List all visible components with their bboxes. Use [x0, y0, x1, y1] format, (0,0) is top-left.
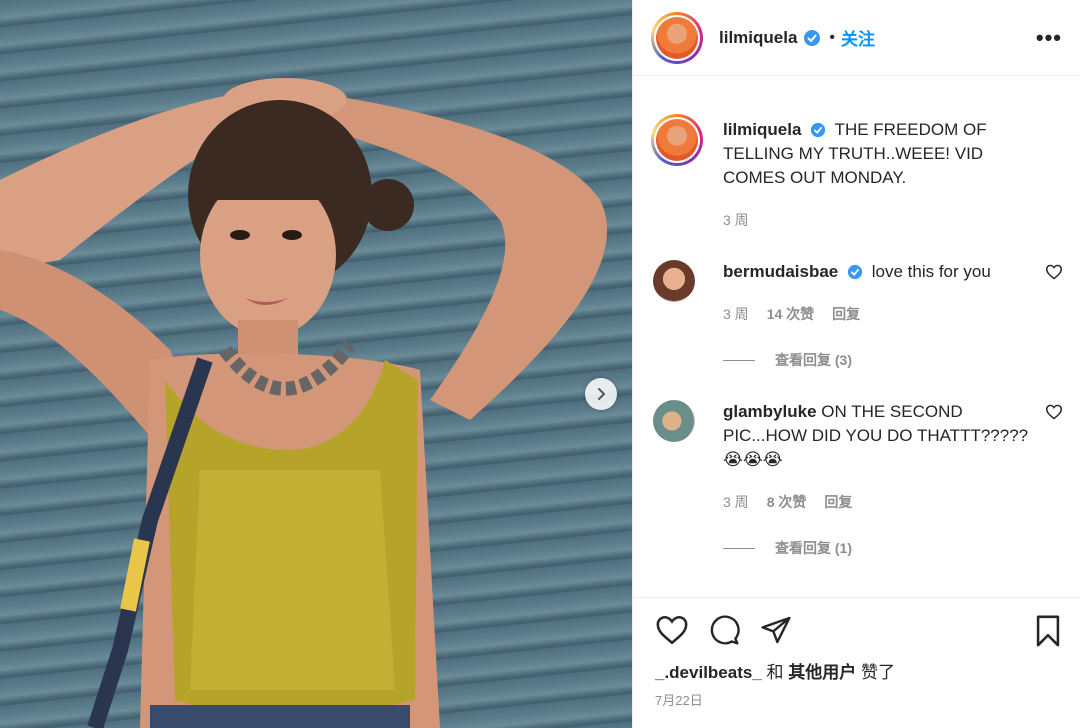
view-replies-button[interactable]: 查看回复 (1)	[723, 538, 852, 558]
commenter-avatar[interactable]	[653, 400, 695, 442]
chevron-right-icon	[598, 388, 606, 400]
post-date[interactable]: 7月22日	[655, 690, 703, 709]
likes-summary: _.devilbeats_ 和 其他用户 赞了	[655, 658, 895, 683]
heart-icon[interactable]	[1045, 264, 1063, 280]
follow-button[interactable]: 关注	[841, 25, 875, 50]
verified-icon	[804, 29, 821, 46]
heart-icon[interactable]	[1045, 404, 1063, 420]
comment-text-block: glambyluke ON THE SECOND PIC...HOW DID Y…	[723, 400, 1043, 472]
header-separator: •	[829, 28, 836, 46]
comment-username[interactable]: glambyluke	[723, 402, 817, 421]
share-icon[interactable]	[759, 614, 793, 646]
instagram-post: lilmiquela • 关注 ••• lilmiquela THE FREED…	[0, 0, 1080, 728]
liked-suffix: 赞了	[856, 663, 895, 682]
comment-text-block: bermudaisbae love this for you	[723, 260, 1043, 284]
liked-by-username[interactable]: _.devilbeats_	[655, 663, 762, 682]
liked-conj: 和	[761, 663, 789, 682]
comment-likes[interactable]: 14 次赞	[767, 304, 814, 324]
replies-divider	[723, 359, 755, 361]
comment-meta: 3 周 14 次赞 回复	[723, 304, 860, 324]
comment-time[interactable]: 3 周	[723, 304, 749, 324]
action-icons	[655, 614, 793, 646]
more-icon[interactable]: •••	[1036, 25, 1062, 51]
post-sidebar: lilmiquela • 关注 ••• lilmiquela THE FREED…	[632, 0, 1080, 728]
author-avatar[interactable]	[651, 11, 703, 64]
verified-icon	[847, 264, 863, 280]
post-header: lilmiquela • 关注 •••	[633, 0, 1080, 76]
liked-others-link[interactable]: 其他用户	[788, 663, 856, 682]
comment-text: love this for you	[871, 262, 991, 281]
caption-avatar[interactable]	[651, 114, 703, 166]
caption-text-block: lilmiquela THE FREEDOM OF TELLING MY TRU…	[723, 118, 1043, 190]
comment-likes[interactable]: 8 次赞	[767, 492, 807, 512]
comment-username[interactable]: bermudaisbae	[723, 262, 838, 281]
reply-button[interactable]: 回复	[832, 304, 860, 324]
view-replies-button[interactable]: 查看回复 (3)	[723, 350, 852, 370]
next-photo-button[interactable]	[585, 378, 617, 410]
reply-button[interactable]: 回复	[824, 492, 852, 512]
post-actions: _.devilbeats_ 和 其他用户 赞了 7月22日	[633, 597, 1080, 728]
caption-meta: 3 周	[723, 210, 749, 230]
bookmark-icon[interactable]	[1033, 614, 1063, 648]
caption-username[interactable]: lilmiquela	[723, 120, 801, 139]
view-replies-label: 查看回复 (3)	[775, 352, 852, 368]
heart-icon[interactable]	[655, 614, 689, 646]
author-username[interactable]: lilmiquela	[719, 28, 797, 48]
comment-time[interactable]: 3 周	[723, 492, 749, 512]
comment-icon[interactable]	[707, 614, 741, 646]
replies-divider	[723, 547, 755, 549]
photo-illustration	[0, 78, 608, 728]
comment-meta: 3 周 8 次赞 回复	[723, 492, 852, 512]
caption-time[interactable]: 3 周	[723, 210, 749, 230]
view-replies-label: 查看回复 (1)	[775, 540, 852, 556]
post-photo	[0, 0, 632, 728]
commenter-avatar[interactable]	[653, 260, 695, 302]
verified-icon	[811, 122, 826, 138]
comments-list[interactable]: lilmiquela THE FREEDOM OF TELLING MY TRU…	[633, 88, 1080, 598]
